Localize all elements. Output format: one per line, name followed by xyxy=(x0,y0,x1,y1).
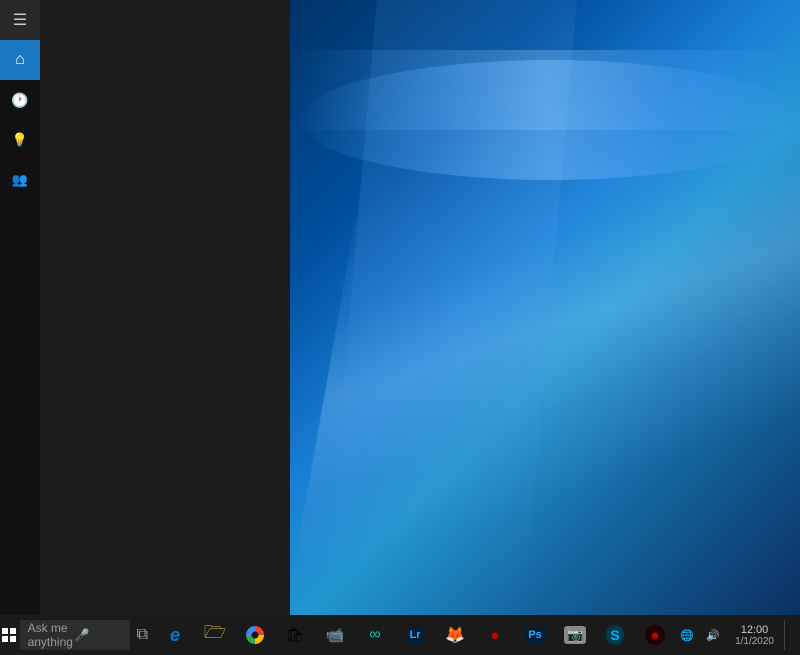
folder-icon: 🗁 xyxy=(204,620,226,650)
tray-network-icon[interactable]: 🌐 xyxy=(675,615,699,655)
taskbar-app-explorer[interactable]: 🗁 xyxy=(195,615,235,655)
microphone-icon[interactable]: 🎤 xyxy=(75,628,122,642)
sidebar-item-recent[interactable]: 🕐 xyxy=(0,80,40,120)
meet-icon: 📹 xyxy=(326,626,345,644)
sidebar-item-explore[interactable]: 💡 xyxy=(0,120,40,160)
home-icon: ⌂ xyxy=(15,51,25,69)
taskbar-app-store[interactable]: 🛍 xyxy=(275,615,315,655)
taskbar-app-skype[interactable]: S xyxy=(595,615,635,655)
taskbar: Ask me anything 🎤 ⧉ e 🗁 🛍 📹 ∞ xyxy=(0,615,800,655)
explore-icon: 💡 xyxy=(12,132,28,148)
taskbar-app-photoshop[interactable]: Ps xyxy=(515,615,555,655)
hamburger-menu-button[interactable]: ☰ xyxy=(0,0,40,40)
loops-icon: ∞ xyxy=(369,626,380,644)
sidebar-item-home[interactable]: ⌂ xyxy=(0,40,40,80)
photoshop-icon: Ps xyxy=(525,627,544,643)
people-icon: 👥 xyxy=(12,172,28,188)
clock-date: 1/1/2020 xyxy=(735,636,774,647)
tray-volume-icon[interactable]: 🔊 xyxy=(701,615,725,655)
task-view-button[interactable]: ⧉ xyxy=(134,615,152,655)
sidebar-item-people[interactable]: 👥 xyxy=(0,160,40,200)
store-icon: 🛍 xyxy=(286,626,305,644)
taskbar-app-firefox[interactable]: 🦊 xyxy=(435,615,475,655)
taskbar-app-meet[interactable]: 📹 xyxy=(315,615,355,655)
chrome-icon xyxy=(246,626,264,644)
wallpaper-effect-1 xyxy=(323,0,577,615)
wallpaper-effect-2 xyxy=(290,50,800,130)
taskbar-app-red2[interactable]: ● xyxy=(635,615,675,655)
edge-icon: e xyxy=(170,625,180,646)
camera-icon: 📷 xyxy=(564,626,586,644)
search-bar[interactable]: Ask me anything 🎤 xyxy=(20,620,130,650)
lightroom-icon: Lr xyxy=(407,627,424,643)
show-desktop-button[interactable] xyxy=(784,620,792,650)
network-icon: 🌐 xyxy=(680,629,694,642)
search-placeholder-text: Ask me anything xyxy=(28,621,75,649)
taskbar-app-camera[interactable]: 📷 xyxy=(555,615,595,655)
hamburger-icon: ☰ xyxy=(13,10,27,30)
start-menu-sidebar: ☰ ⌂ 🕐 💡 👥 xyxy=(0,0,40,615)
windows-logo-icon xyxy=(2,628,16,642)
start-menu: ☰ ⌂ 🕐 💡 👥 xyxy=(0,0,290,615)
skype-icon: S xyxy=(606,625,623,645)
clock-time: 12:00 xyxy=(741,624,769,636)
taskbar-app-red1[interactable]: ● xyxy=(475,615,515,655)
red-app2-icon: ● xyxy=(645,625,665,645)
taskbar-app-loops[interactable]: ∞ xyxy=(355,615,395,655)
firefox-icon: 🦊 xyxy=(445,625,465,645)
recent-icon: 🕐 xyxy=(11,92,28,109)
system-clock[interactable]: 12:00 1/1/2020 xyxy=(727,615,782,655)
start-menu-content xyxy=(40,0,290,615)
volume-icon: 🔊 xyxy=(706,629,720,642)
system-tray: 🌐 🔊 12:00 1/1/2020 xyxy=(675,615,800,655)
red-app-icon: ● xyxy=(491,627,500,644)
taskbar-apps: e 🗁 🛍 📹 ∞ Lr 🦊 ● xyxy=(151,615,675,655)
taskbar-app-lightroom[interactable]: Lr xyxy=(395,615,435,655)
start-button[interactable] xyxy=(0,615,18,655)
taskbar-app-chrome[interactable] xyxy=(235,615,275,655)
task-view-icon: ⧉ xyxy=(137,626,148,644)
taskbar-app-edge[interactable]: e xyxy=(155,615,195,655)
